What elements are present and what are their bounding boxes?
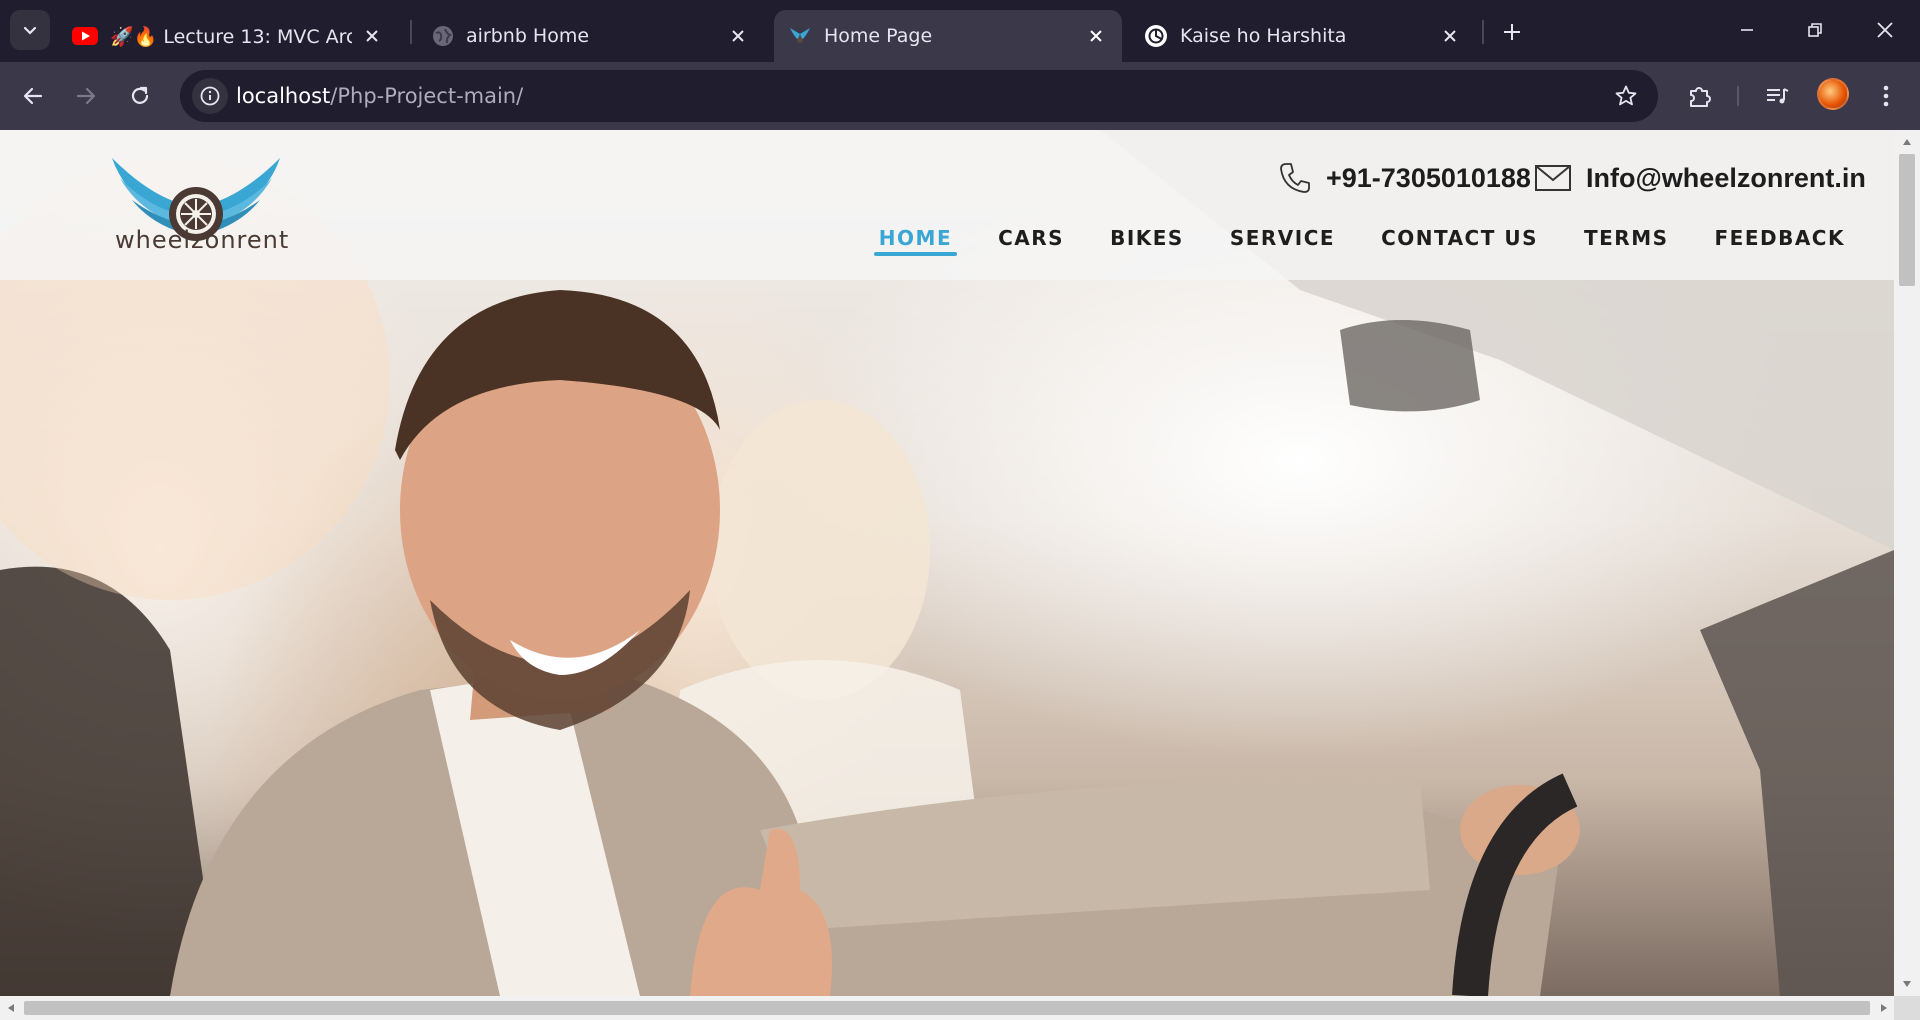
- page-viewport: wheelzonrent +91-7305010188 Info@wheelzo…: [0, 130, 1894, 996]
- scroll-down-icon[interactable]: [1902, 980, 1912, 988]
- new-tab-button[interactable]: [1494, 14, 1530, 50]
- chatgpt-icon: [1145, 25, 1167, 47]
- contact-phone[interactable]: +91-7305010188: [1278, 158, 1531, 198]
- minimize-button[interactable]: [1722, 10, 1772, 50]
- star-icon: [1615, 85, 1637, 106]
- profile-avatar[interactable]: [1817, 78, 1849, 110]
- mail-icon: [1535, 165, 1571, 191]
- phone-icon: [1280, 163, 1310, 193]
- tab-airbnb[interactable]: airbnb Home: [418, 10, 764, 62]
- horizontal-scrollbar-thumb[interactable]: [24, 1001, 1870, 1015]
- arrow-right-icon: [76, 87, 96, 105]
- reload-button[interactable]: [120, 76, 160, 116]
- minimize-icon: [1741, 29, 1753, 31]
- url-host: localhost: [236, 84, 331, 108]
- extensions-button[interactable]: [1682, 78, 1718, 114]
- vertical-scrollbar-thumb[interactable]: [1899, 154, 1915, 286]
- tab-chatgpt[interactable]: Kaise ho Harshita: [1130, 10, 1476, 62]
- close-icon: [1877, 22, 1893, 38]
- email-address: Info@wheelzonrent.in: [1586, 162, 1866, 193]
- reload-icon: [131, 86, 149, 104]
- scroll-left-icon[interactable]: [7, 1003, 15, 1013]
- contact-email[interactable]: Info@wheelzonrent.in: [1534, 158, 1866, 198]
- tab-title: Home Page: [824, 25, 933, 47]
- media-queue-icon: [1767, 88, 1789, 104]
- plus-icon: [1504, 24, 1520, 40]
- browser-toolbar: localhost/Php-Project-main/: [0, 62, 1920, 130]
- site-header: wheelzonrent +91-7305010188 Info@wheelzo…: [0, 130, 1894, 280]
- close-icon[interactable]: [726, 24, 750, 48]
- close-icon[interactable]: [1438, 24, 1462, 48]
- scroll-right-icon[interactable]: [1880, 1003, 1888, 1013]
- nav-home[interactable]: HOME: [873, 226, 958, 256]
- address-bar[interactable]: localhost/Php-Project-main/: [180, 70, 1658, 122]
- nav-contact-us[interactable]: CONTACT US: [1376, 226, 1543, 256]
- tab-lecture[interactable]: 🚀🔥 Lecture 13: MVC Architecture: [58, 10, 398, 62]
- bookmark-button[interactable]: [1610, 80, 1642, 112]
- back-button[interactable]: [13, 76, 53, 116]
- nav-terms[interactable]: TERMS: [1579, 226, 1674, 256]
- media-controls-button[interactable]: [1759, 78, 1795, 114]
- wheelzonrent-wings-icon: [790, 28, 810, 43]
- tab-title: Kaise ho Harshita: [1180, 25, 1347, 47]
- main-navigation: HOME CARS BIKES SERVICE CONTACT US TERMS…: [873, 226, 1851, 256]
- tab-separator: [1482, 20, 1484, 44]
- site-info-button[interactable]: [192, 78, 228, 114]
- url-text[interactable]: localhost/Php-Project-main/: [236, 70, 523, 122]
- forward-button[interactable]: [66, 76, 106, 116]
- nav-service[interactable]: SERVICE: [1225, 226, 1340, 256]
- restore-button[interactable]: [1790, 10, 1840, 50]
- browser-tab-strip: 🚀🔥 Lecture 13: MVC Architecture airbnb H…: [0, 0, 1920, 62]
- vertical-scrollbar[interactable]: [1894, 130, 1920, 996]
- close-window-button[interactable]: [1860, 10, 1910, 50]
- tab-home-page[interactable]: Home Page: [774, 10, 1122, 62]
- url-path: /Php-Project-main/: [330, 84, 524, 108]
- logo-text: wheelzonrent: [115, 226, 290, 254]
- restore-icon: [1808, 23, 1822, 37]
- phone-number: +91-7305010188: [1326, 162, 1531, 193]
- close-icon[interactable]: [1084, 24, 1108, 48]
- puzzle-icon: [1690, 87, 1711, 107]
- kebab-menu-icon: [1883, 85, 1889, 107]
- globe-icon: [433, 26, 453, 46]
- tab-separator: [410, 20, 412, 44]
- nav-cars[interactable]: CARS: [993, 226, 1069, 256]
- horizontal-scrollbar[interactable]: [0, 996, 1894, 1020]
- arrow-left-icon: [23, 87, 43, 105]
- menu-button[interactable]: [1868, 78, 1904, 114]
- scrollbar-corner: [1894, 996, 1920, 1020]
- info-icon: [200, 86, 220, 106]
- nav-feedback[interactable]: FEEDBACK: [1710, 226, 1851, 256]
- tab-search-button[interactable]: [10, 10, 50, 50]
- toolbar-separator: [1737, 86, 1739, 106]
- nav-bikes[interactable]: BIKES: [1105, 226, 1189, 256]
- scroll-up-icon[interactable]: [1902, 138, 1912, 146]
- tab-title: 🚀🔥 Lecture 13: MVC Architecture: [110, 25, 352, 48]
- youtube-icon: [72, 27, 98, 45]
- tab-title: airbnb Home: [466, 25, 590, 47]
- chevron-down-icon: [23, 26, 37, 35]
- close-icon[interactable]: [360, 24, 384, 48]
